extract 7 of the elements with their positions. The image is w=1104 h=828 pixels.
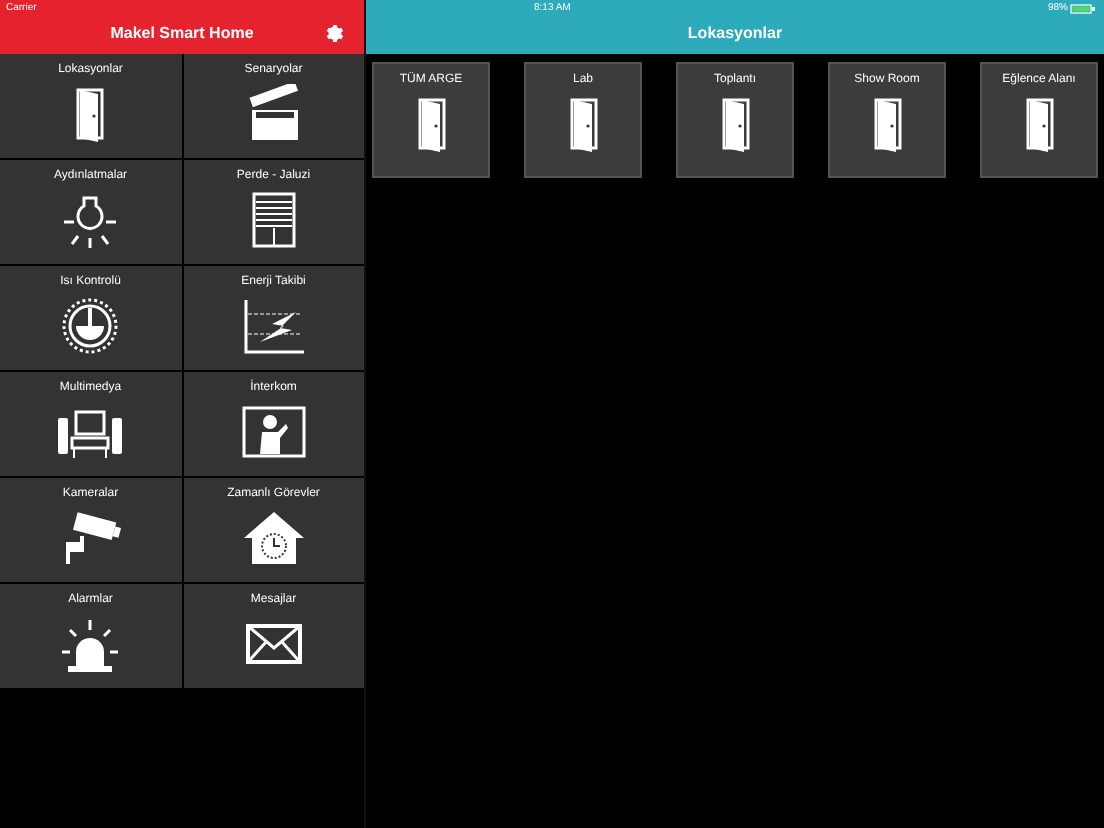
battery-icon bbox=[1070, 4, 1096, 14]
page-title: Lokasyonlar bbox=[687, 21, 783, 45]
energy-chart-icon bbox=[239, 296, 308, 356]
settings-icon[interactable] bbox=[324, 22, 346, 44]
house-clock-icon bbox=[239, 508, 308, 568]
app-title: Makel Smart Home bbox=[110, 21, 254, 45]
person-screen-icon bbox=[239, 402, 308, 462]
